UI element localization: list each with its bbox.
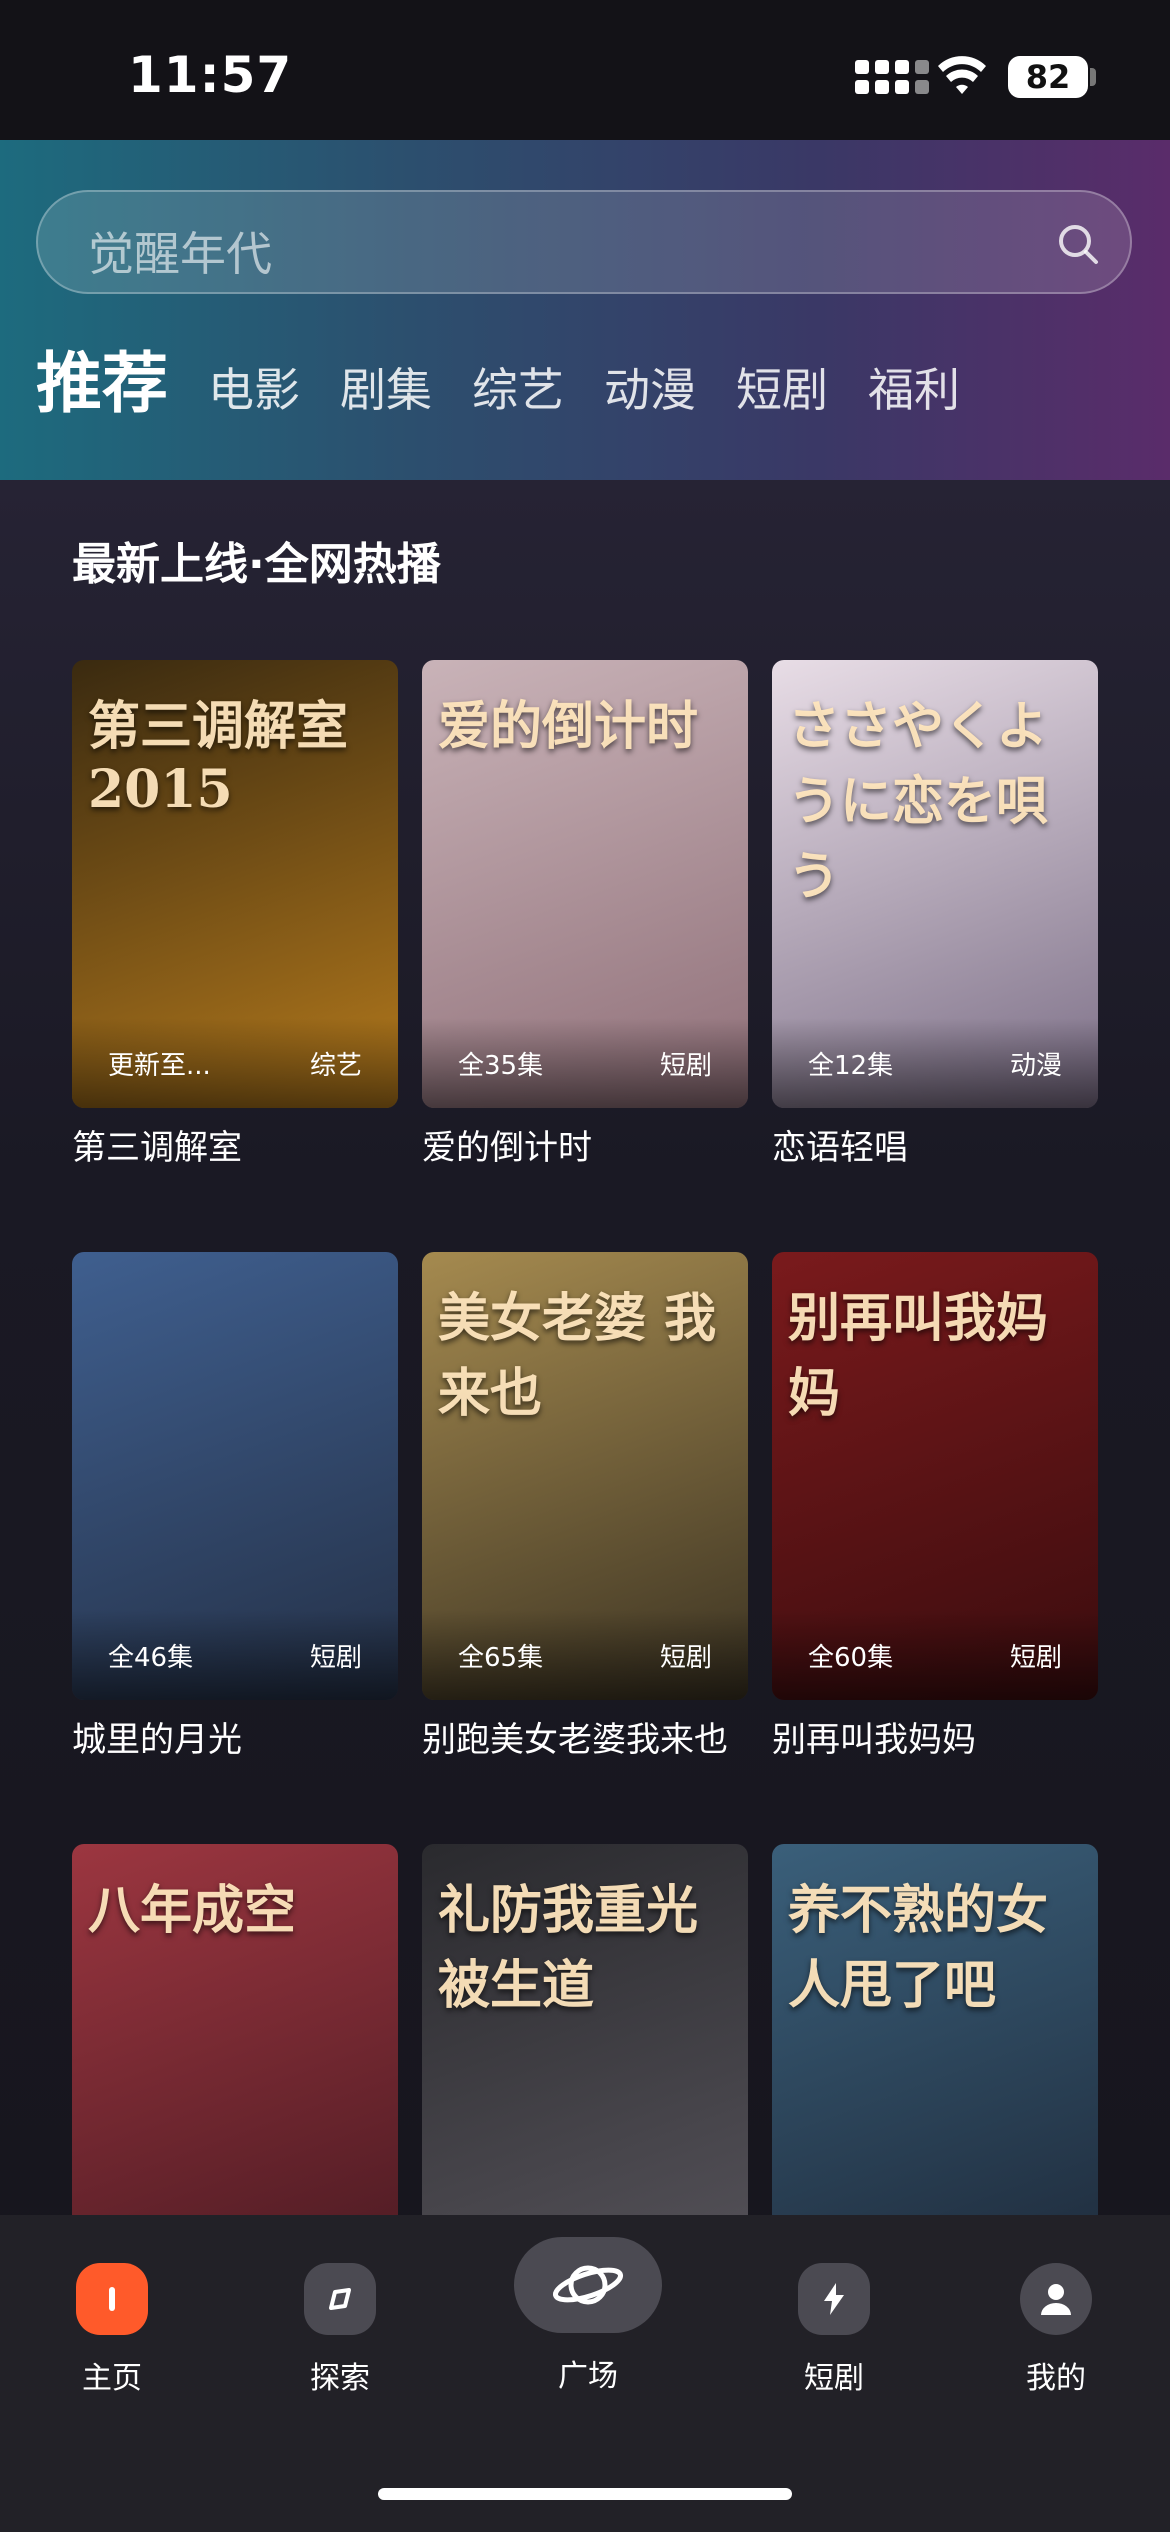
video-card[interactable]: 别再叫我妈妈 全60集 短剧 别再叫我妈妈 — [772, 1252, 1098, 1761]
video-poster[interactable]: 别再叫我妈妈全60集 短剧 — [772, 1252, 1098, 1700]
video-poster[interactable]: 美女老婆 我来也全65集 短剧 — [422, 1252, 748, 1700]
video-title: 别再叫我妈妈 — [772, 1720, 976, 1760]
video-card[interactable]: ささやくように恋を唄う全12集 动漫恋语轻唱 — [772, 660, 1098, 1169]
video-poster[interactable]: 第三调解室 2015 更新至... 综艺 — [72, 660, 398, 1108]
genre-label: 综艺 — [309, 1051, 362, 1081]
video-card[interactable]: 全46集 短剧城里的月光 — [72, 1252, 398, 1761]
search-placeholder: 觉醒年代 — [88, 227, 272, 281]
battery-tip — [1090, 68, 1096, 86]
tab-variety[interactable]: 综艺 — [472, 354, 564, 420]
status-bar: 11:57 82 — [0, 0, 1170, 140]
video-title: 城里的月光 — [72, 1720, 242, 1760]
genre-label: 短剧 — [309, 1643, 362, 1673]
status-time: 11:57 — [128, 46, 293, 104]
video-title: 爱的倒计时 — [422, 1128, 592, 1168]
video-card[interactable]: 爱的倒计时 全35集 短剧 爱的倒计时 — [422, 660, 748, 1169]
user-icon — [1020, 2263, 1092, 2335]
episode-count: 全65集 — [458, 1643, 544, 1673]
video-poster[interactable]: 养不熟的女人甩了吧 — [772, 1844, 1098, 2215]
section-title: 最新上线·全网热播 — [72, 539, 441, 590]
tab-benefits[interactable]: 福利 — [868, 354, 960, 420]
search-icon[interactable] — [1056, 222, 1100, 266]
genre-label: 短剧 — [659, 1643, 712, 1673]
header: 觉醒年代 推荐 电影 剧集 综艺 动漫 短剧 福利 — [0, 140, 1170, 480]
episode-count: 全35集 — [458, 1051, 544, 1081]
episode-count: 全46集 — [108, 1643, 194, 1673]
tab-recommend[interactable]: 推荐 — [36, 330, 168, 426]
nav-short-drama[interactable]: 短剧 — [764, 2263, 904, 2397]
nav-label: 探索 — [310, 2361, 370, 2396]
tab-movies[interactable]: 电影 — [208, 354, 300, 420]
nav-label: 我的 — [1026, 2361, 1086, 2396]
poster-artwork-text: 美女老婆 我来也 — [438, 1288, 717, 1424]
video-card[interactable]: 养不熟的女人甩了吧 — [772, 1844, 1098, 2215]
nav-square[interactable]: 广场 — [514, 2237, 662, 2395]
video-title: 恋语轻唱 — [772, 1128, 908, 1168]
home-icon — [76, 2263, 148, 2335]
category-tabs: 推荐 电影 剧集 综艺 动漫 短剧 福利 — [36, 330, 1000, 426]
nav-label: 广场 — [558, 2359, 618, 2394]
poster-artwork-text: 八年成空 — [88, 1880, 297, 1941]
nav-home[interactable]: 主页 — [42, 2263, 182, 2397]
poster-artwork-text: ささやくように恋を唄う — [788, 696, 1049, 907]
video-poster[interactable]: 全46集 短剧 — [72, 1252, 398, 1700]
wifi-icon — [938, 56, 986, 94]
video-poster[interactable]: ささやくように恋を唄う全12集 动漫 — [772, 660, 1098, 1108]
video-card[interactable]: 八年成空 — [72, 1844, 398, 2215]
home-indicator — [378, 2488, 792, 2500]
battery-icon: 82 — [1008, 56, 1088, 98]
planet-icon — [514, 2237, 662, 2333]
poster-artwork-text: 第三调解室 2015 — [88, 696, 349, 820]
poster-artwork-text: 礼防我重光被生道 — [438, 1880, 699, 2016]
nav-label: 主页 — [82, 2361, 142, 2396]
nav-profile[interactable]: 我的 — [986, 2263, 1126, 2397]
video-card[interactable]: 第三调解室 2015 更新至... 综艺第三调解室 — [72, 660, 398, 1169]
video-poster[interactable]: 八年成空 — [72, 1844, 398, 2215]
tab-anime[interactable]: 动漫 — [604, 354, 696, 420]
bottom-nav: 主页 探索 广场 短剧 我的 — [0, 2215, 1170, 2532]
video-title: 别跑美女老婆我来也 — [422, 1720, 728, 1760]
episode-count: 全60集 — [808, 1643, 894, 1673]
main-content: 最新上线·全网热播 第三调解室 2015 更新至... 综艺 第三调解室 爱的倒计时 全3… — [0, 480, 1170, 2215]
video-card[interactable]: 美女老婆 我来也全65集 短剧别跑美女老婆我来也 — [422, 1252, 748, 1761]
video-poster[interactable]: 爱的倒计时全35集 短剧 — [422, 660, 748, 1108]
compass-icon — [304, 2263, 376, 2335]
poster-artwork-text: 爱的倒计时 — [438, 696, 699, 757]
signal-icon — [855, 60, 929, 94]
tab-series[interactable]: 剧集 — [340, 354, 432, 420]
flash-video-icon — [798, 2263, 870, 2335]
tab-short-drama[interactable]: 短剧 — [736, 354, 828, 420]
episode-count: 更新至... — [108, 1051, 211, 1081]
app-screen: 11:57 82 觉醒年代 推荐 电影 剧集 综艺 动漫 短剧 福利 最新上线·… — [0, 0, 1170, 2532]
nav-explore[interactable]: 探索 — [270, 2263, 410, 2397]
genre-label: 短剧 — [1009, 1643, 1062, 1673]
video-title: 第三调解室 — [72, 1128, 242, 1168]
video-card[interactable]: 礼防我重光被生道 — [422, 1844, 748, 2215]
poster-artwork-text: 养不熟的女人甩了吧 — [788, 1880, 1049, 2016]
nav-label: 短剧 — [804, 2361, 864, 2396]
video-poster[interactable]: 礼防我重光被生道 — [422, 1844, 748, 2215]
genre-label: 动漫 — [1009, 1051, 1062, 1081]
genre-label: 短剧 — [659, 1051, 712, 1081]
poster-artwork-text: 别再叫我妈妈 — [788, 1288, 1049, 1424]
search-input[interactable]: 觉醒年代 — [36, 190, 1132, 294]
episode-count: 全12集 — [808, 1051, 894, 1081]
